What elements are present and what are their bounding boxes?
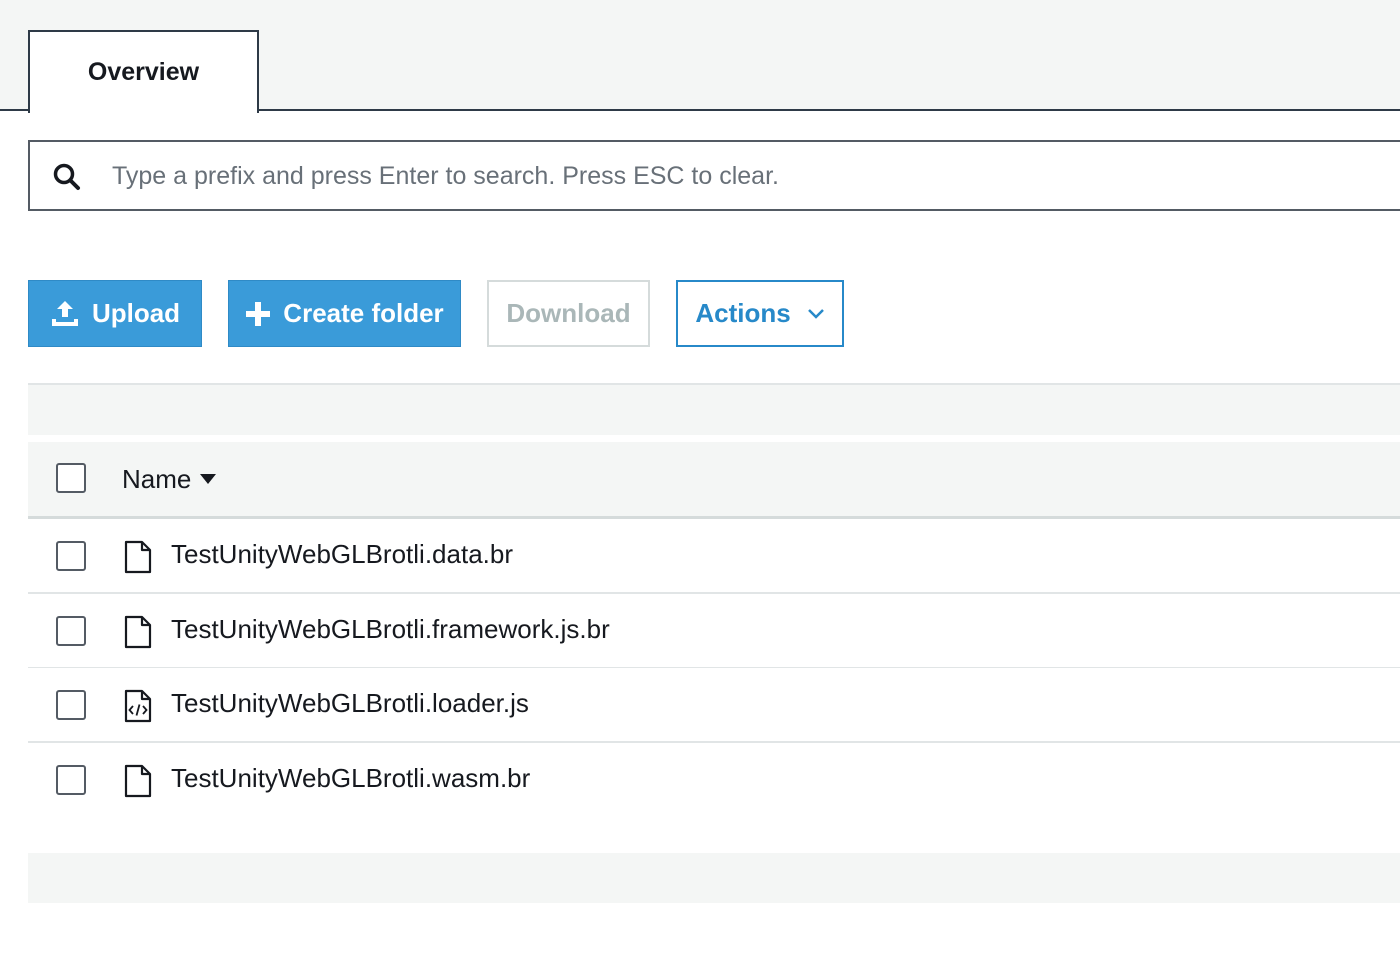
tab-overview[interactable]: Overview <box>28 30 259 113</box>
create-folder-label: Create folder <box>283 298 444 328</box>
upload-label: Upload <box>91 298 181 328</box>
upload-icon <box>51 300 78 326</box>
actions-button[interactable]: Actions <box>676 280 844 347</box>
download-label: Download <box>506 298 631 328</box>
file-name[interactable]: TestUnityWebGLBrotli.wasm.br <box>171 763 530 794</box>
plus-icon <box>246 301 271 326</box>
table-header: Name <box>28 442 1400 519</box>
table-row[interactable]: TestUnityWebGLBrotli.data.br <box>28 519 1400 594</box>
sort-down-icon <box>200 474 217 484</box>
table-row[interactable]: TestUnityWebGLBrotli.framework.js.br <box>28 594 1400 669</box>
name-column-header[interactable]: Name <box>122 462 217 496</box>
search-input[interactable] <box>112 152 1312 200</box>
chevron-down-icon <box>807 308 824 319</box>
file-icon <box>124 540 152 574</box>
row-checkbox[interactable] <box>56 616 86 646</box>
file-name[interactable]: TestUnityWebGLBrotli.data.br <box>171 539 513 570</box>
tab-overview-label: Overview <box>87 58 200 86</box>
table-row[interactable]: TestUnityWebGLBrotli.loader.js <box>28 668 1400 743</box>
search-box <box>28 140 1400 211</box>
code-file-icon <box>124 689 152 723</box>
row-checkbox[interactable] <box>56 690 86 720</box>
file-icon <box>124 615 152 649</box>
create-folder-button[interactable]: Create folder <box>228 280 461 347</box>
row-checkbox[interactable] <box>56 541 86 571</box>
table-bottom-band <box>28 853 1400 903</box>
tab-bar: Overview <box>0 0 1400 113</box>
select-all-checkbox[interactable] <box>56 463 86 493</box>
actions-label: Actions <box>695 298 791 328</box>
file-name[interactable]: TestUnityWebGLBrotli.loader.js <box>171 688 529 719</box>
download-button[interactable]: Download <box>487 280 650 347</box>
name-column-label: Name <box>122 463 192 494</box>
upload-button[interactable]: Upload <box>28 280 202 347</box>
table-row[interactable]: TestUnityWebGLBrotli.wasm.br <box>28 743 1400 818</box>
file-icon <box>124 764 152 798</box>
table-top-band <box>28 383 1400 435</box>
file-name[interactable]: TestUnityWebGLBrotli.framework.js.br <box>171 614 610 645</box>
search-icon <box>53 163 80 190</box>
row-checkbox[interactable] <box>56 765 86 795</box>
